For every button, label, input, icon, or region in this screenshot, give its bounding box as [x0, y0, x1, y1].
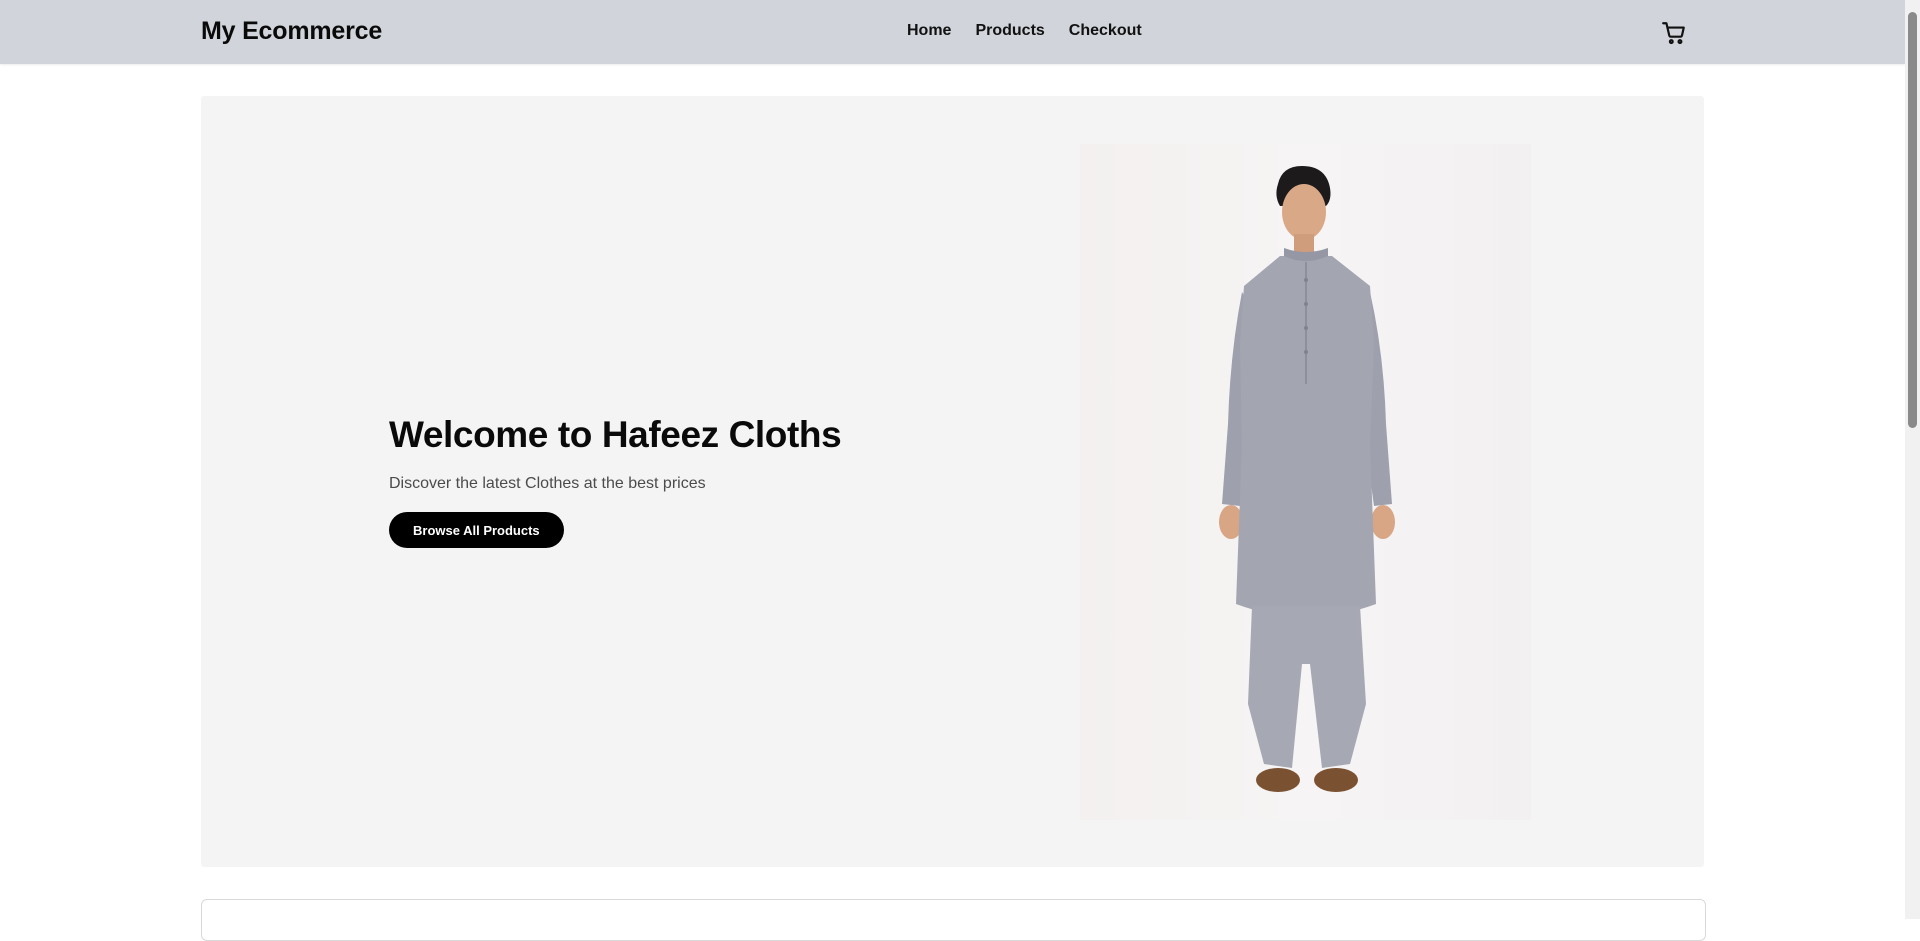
model-in-shalwar-kameez-illustration — [1219, 166, 1395, 792]
cart-button[interactable] — [1661, 20, 1687, 46]
hero-product-image — [1080, 144, 1531, 820]
brand-logo-link[interactable]: My Ecommerce — [201, 17, 382, 46]
page-scrollbar[interactable] — [1905, 0, 1920, 919]
main-nav: Home Products Checkout — [907, 22, 1142, 40]
nav-link-products[interactable]: Products — [975, 22, 1044, 40]
browse-all-products-button[interactable]: Browse All Products — [389, 512, 564, 548]
shopping-cart-icon — [1662, 22, 1685, 45]
scrollbar-thumb[interactable] — [1908, 12, 1917, 428]
hero-subtitle: Discover the latest Clothes at the best … — [389, 475, 706, 492]
hero-banner: Welcome to Hafeez Cloths Discover the la… — [201, 96, 1704, 867]
nav-link-checkout[interactable]: Checkout — [1069, 22, 1142, 40]
products-section-card — [201, 899, 1706, 941]
top-navbar: My Ecommerce Home Products Checkout — [0, 0, 1905, 64]
nav-link-home[interactable]: Home — [907, 22, 951, 40]
hero-title: Welcome to Hafeez Cloths — [389, 414, 842, 455]
